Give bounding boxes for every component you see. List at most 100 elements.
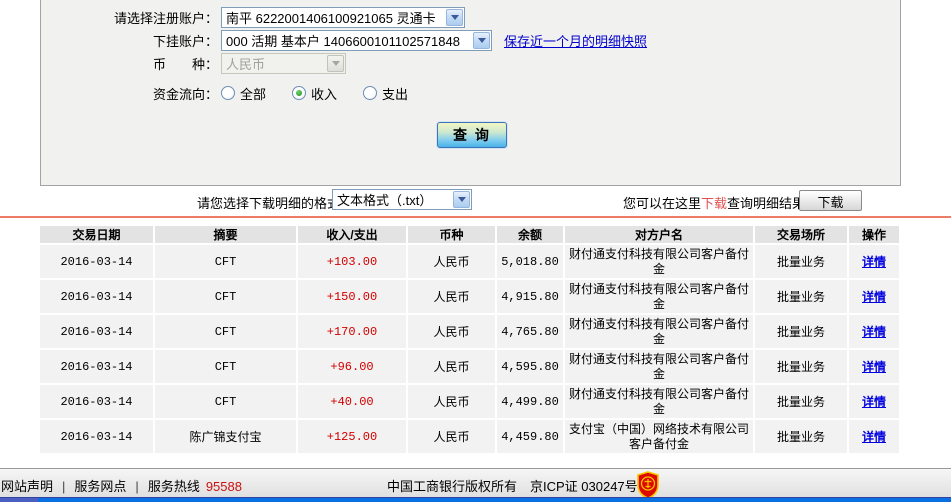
query-button[interactable]: 查 询 bbox=[437, 122, 507, 148]
snapshot-link[interactable]: 保存近一个月的明细快照 bbox=[504, 31, 647, 50]
cell-action: 详情 bbox=[849, 280, 899, 313]
separator: | bbox=[135, 479, 139, 494]
chevron-down-icon bbox=[446, 8, 463, 26]
download-hint-prefix: 您可以在这里 bbox=[623, 196, 702, 211]
cell-summary: CFT bbox=[155, 350, 296, 383]
cell-counterparty: 财付通支付科技有限公司客户备付金 bbox=[565, 245, 753, 278]
radio-button-icon[interactable] bbox=[363, 86, 378, 100]
column-header: 交易日期 bbox=[40, 226, 153, 243]
column-header: 对方户名 bbox=[565, 226, 753, 243]
download-hint: 您可以在这里下载查询明细结果 bbox=[623, 193, 805, 212]
hotline-number: 95588 bbox=[205, 479, 242, 494]
cell-date: 2016-03-14 bbox=[40, 280, 153, 313]
currency-row: 币 种： 人民币 bbox=[41, 52, 900, 74]
cell-currency: 人民币 bbox=[408, 245, 495, 278]
cell-currency: 人民币 bbox=[408, 280, 495, 313]
cell-balance: 4,915.80 bbox=[497, 280, 563, 313]
register-account-value: 南平 6222001406100921065 灵通卡 bbox=[226, 10, 436, 26]
cell-amount: +125.00 bbox=[298, 420, 406, 453]
download-format-value: 文本格式（.txt） bbox=[337, 193, 433, 208]
detail-link[interactable]: 详情 bbox=[862, 325, 886, 339]
cell-venue: 批量业务 bbox=[755, 350, 847, 383]
cell-amount: +96.00 bbox=[298, 350, 406, 383]
chevron-down-icon bbox=[453, 191, 470, 208]
cell-amount: +40.00 bbox=[298, 385, 406, 418]
cell-date: 2016-03-14 bbox=[40, 385, 153, 418]
cell-amount: +170.00 bbox=[298, 315, 406, 348]
query-form-panel: 请选择注册账户： 南平 6222001406100921065 灵通卡 下挂账户… bbox=[40, 0, 901, 186]
table-row: 2016-03-14 CFT +170.00 人民币 4,765.80 财付通支付科技有限… bbox=[40, 315, 899, 348]
fund-flow-row: 资金流向： 全部 收入 支出 bbox=[41, 82, 900, 104]
cell-action: 详情 bbox=[849, 245, 899, 278]
register-account-label: 请选择注册账户： bbox=[113, 10, 218, 26]
cell-summary: CFT bbox=[155, 280, 296, 313]
site-statement-link[interactable]: 网站声明 bbox=[1, 479, 53, 494]
cell-venue: 批量业务 bbox=[755, 420, 847, 453]
radio-button-icon[interactable] bbox=[221, 86, 235, 100]
cell-counterparty: 财付通支付科技有限公司客户备付金 bbox=[565, 280, 753, 313]
bottom-blue-bar bbox=[0, 497, 951, 502]
detail-link[interactable]: 详情 bbox=[862, 430, 886, 444]
radio-button-icon[interactable] bbox=[292, 86, 307, 100]
column-header: 余额 bbox=[497, 226, 563, 243]
radio-all-label: 全部 bbox=[240, 86, 267, 102]
cell-currency: 人民币 bbox=[408, 420, 495, 453]
download-hint-suffix: 查询明细结果 bbox=[727, 196, 806, 211]
radio-all[interactable]: 全部 bbox=[221, 84, 266, 103]
detail-link[interactable]: 详情 bbox=[862, 395, 886, 409]
cell-date: 2016-03-14 bbox=[40, 420, 153, 453]
cell-summary: CFT bbox=[155, 245, 296, 278]
cell-balance: 4,765.80 bbox=[497, 315, 563, 348]
sub-account-row: 下挂账户： 000 活期 基本户 1406600101102571848 保存近… bbox=[41, 29, 900, 51]
cell-balance: 4,499.80 bbox=[497, 385, 563, 418]
cell-date: 2016-03-14 bbox=[40, 245, 153, 278]
red-divider bbox=[0, 216, 951, 218]
cell-summary: 陈广锦支付宝 bbox=[155, 420, 296, 453]
sub-account-select[interactable]: 000 活期 基本户 1406600101102571848 bbox=[221, 29, 492, 51]
footer-links: 网站声明 | 服务网点 | 服务热线 95588 bbox=[1, 476, 242, 495]
cell-amount: +150.00 bbox=[298, 280, 406, 313]
cell-action: 详情 bbox=[849, 420, 899, 453]
detail-link[interactable]: 详情 bbox=[862, 360, 886, 374]
separator: | bbox=[62, 479, 66, 494]
cell-venue: 批量业务 bbox=[755, 280, 847, 313]
radio-expense[interactable]: 支出 bbox=[363, 84, 408, 103]
download-format-select[interactable]: 文本格式（.txt） bbox=[332, 189, 472, 210]
column-header: 收入/支出 bbox=[298, 226, 406, 243]
table-row: 2016-03-14 CFT +150.00 人民币 4,915.80 财付通支付科技有限… bbox=[40, 280, 899, 313]
radio-expense-label: 支出 bbox=[382, 86, 409, 102]
cell-counterparty: 财付通支付科技有限公司客户备付金 bbox=[565, 385, 753, 418]
register-account-row: 请选择注册账户： 南平 6222001406100921065 灵通卡 bbox=[41, 6, 900, 28]
download-format-label: 请您选择下载明细的格式 bbox=[197, 196, 341, 211]
column-header: 摘要 bbox=[155, 226, 296, 243]
service-branches-link[interactable]: 服务网点 bbox=[74, 479, 126, 494]
register-account-select[interactable]: 南平 6222001406100921065 灵通卡 bbox=[221, 6, 465, 28]
cell-counterparty: 财付通支付科技有限公司客户备付金 bbox=[565, 350, 753, 383]
copyright-text: 中国工商银行版权所有 京ICP证 030247号 bbox=[387, 479, 638, 494]
radio-income[interactable]: 收入 bbox=[292, 84, 337, 103]
cell-balance: 5,018.80 bbox=[497, 245, 563, 278]
table-row: 2016-03-14 CFT +103.00 人民币 5,018.80 财付通支付科技有限… bbox=[40, 245, 899, 278]
hotline-label: 服务热线 bbox=[147, 479, 200, 494]
cell-currency: 人民币 bbox=[408, 350, 495, 383]
download-hint-link[interactable]: 下载 bbox=[701, 196, 727, 211]
chevron-down-icon bbox=[473, 31, 490, 49]
cell-counterparty: 财付通支付科技有限公司客户备付金 bbox=[565, 315, 753, 348]
sub-account-label: 下挂账户： bbox=[152, 33, 218, 49]
fund-flow-label: 资金流向： bbox=[152, 86, 218, 102]
detail-link[interactable]: 详情 bbox=[862, 255, 886, 269]
detail-link[interactable]: 详情 bbox=[862, 290, 886, 304]
cell-balance: 4,595.80 bbox=[497, 350, 563, 383]
download-button[interactable]: 下载 bbox=[799, 190, 862, 211]
cell-date: 2016-03-14 bbox=[40, 315, 153, 348]
chevron-down-icon bbox=[327, 54, 344, 72]
cell-currency: 人民币 bbox=[408, 385, 495, 418]
table-row: 2016-03-14 CFT +96.00 人民币 4,595.80 财付通支付科技有限公… bbox=[40, 350, 899, 383]
cell-counterparty: 支付宝（中国）网络技术有限公司客户备付金 bbox=[565, 420, 753, 453]
footer-bar: 网站声明 | 服务网点 | 服务热线 95588 中国工商银行版权所有 京ICP证 030… bbox=[0, 468, 951, 499]
cell-currency: 人民币 bbox=[408, 315, 495, 348]
cell-summary: CFT bbox=[155, 385, 296, 418]
cell-action: 详情 bbox=[849, 385, 899, 418]
cell-summary: CFT bbox=[155, 315, 296, 348]
currency-value: 人民币 bbox=[226, 56, 266, 72]
